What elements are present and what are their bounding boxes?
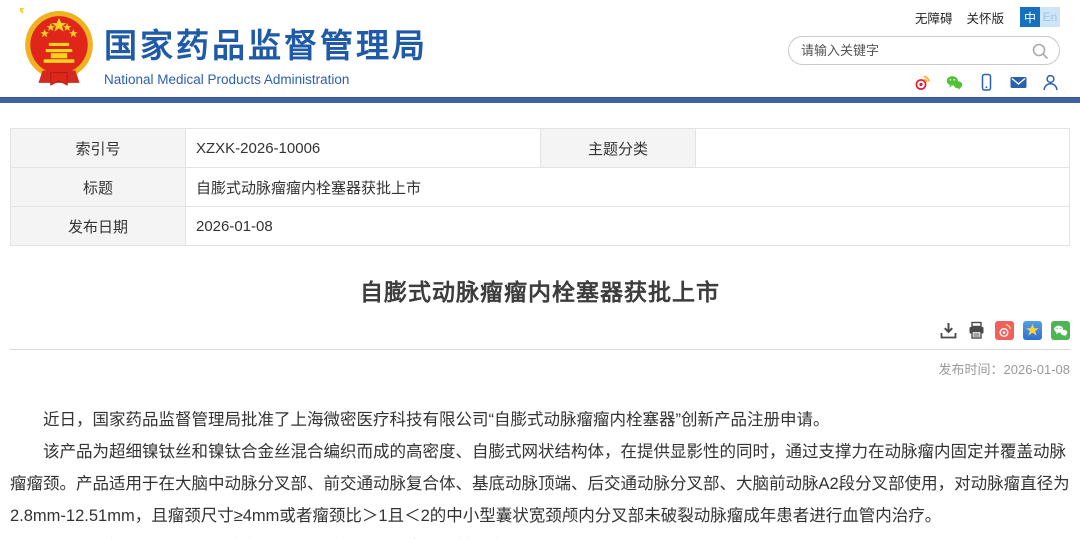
wechat-icon[interactable] — [945, 73, 964, 92]
share-qzone-icon[interactable] — [1023, 321, 1042, 340]
search-icon[interactable] — [1031, 42, 1049, 60]
paragraph: 药品监督管理部门将加强该产品上市后监管，保护患者用械安全。 — [10, 532, 1070, 539]
download-icon[interactable] — [939, 321, 958, 340]
doc-title-value: 自膨式动脉瘤瘤内栓塞器获批上市 — [186, 168, 1070, 207]
publish-date-value: 2026-01-08 — [186, 207, 1070, 246]
table-row: 索引号 XZXK-2026-10006 主题分类 — [11, 129, 1070, 168]
care-version-link[interactable]: 关怀版 — [966, 8, 1004, 27]
table-row: 标题 自膨式动脉瘤瘤内栓塞器获批上市 — [11, 168, 1070, 207]
share-weibo-icon[interactable] — [995, 321, 1014, 340]
paragraph: 近日，国家药品监督管理局批准了上海微密医疗科技有限公司“自膨式动脉瘤瘤内栓塞器”… — [10, 404, 1070, 436]
social-row — [788, 73, 1060, 92]
content: 索引号 XZXK-2026-10006 主题分类 标题 自膨式动脉瘤瘤内栓塞器获… — [0, 128, 1080, 539]
article-toolbar — [10, 321, 1070, 350]
search-box[interactable] — [788, 36, 1060, 65]
publish-date-label: 发布日期 — [11, 207, 186, 246]
mobile-icon[interactable] — [977, 73, 996, 92]
national-emblem-icon — [20, 8, 98, 88]
print-icon[interactable] — [967, 321, 986, 340]
user-icon[interactable] — [1041, 73, 1060, 92]
header-divider-bar — [0, 97, 1080, 103]
accessibility-link[interactable]: 无障碍 — [915, 8, 953, 27]
doc-title-label: 标题 — [11, 168, 186, 207]
search-input[interactable] — [801, 43, 1031, 58]
lang-en-button[interactable]: En — [1040, 7, 1060, 27]
mail-icon[interactable] — [1009, 73, 1028, 92]
site-title-en: National Medical Products Administration — [104, 72, 428, 87]
weibo-icon[interactable] — [913, 73, 932, 92]
brand: 国家药品监督管理局 National Medical Products Admi… — [104, 19, 428, 87]
article-title: 自膨式动脉瘤瘤内栓塞器获批上市 — [10, 273, 1070, 307]
share-wechat-icon[interactable] — [1051, 321, 1070, 340]
topic-category-label: 主题分类 — [541, 129, 696, 168]
paragraph: 该产品为超细镍钛丝和镍钛合金丝混合编织而成的高密度、自膨式网状结构体，在提供显影… — [10, 436, 1070, 532]
site-title-zh: 国家药品监督管理局 — [104, 19, 428, 67]
index-number-value: XZXK-2026-10006 — [186, 129, 541, 168]
site-header: 国家药品监督管理局 National Medical Products Admi… — [0, 0, 1080, 97]
publish-time: 发布时间：2026-01-08 — [10, 359, 1070, 378]
lang-zh-button[interactable]: 中 — [1020, 7, 1040, 27]
table-row: 发布日期 2026-01-08 — [11, 207, 1070, 246]
page: 国家药品监督管理局 National Medical Products Admi… — [0, 0, 1080, 539]
language-toggle: 中 En — [1020, 7, 1060, 27]
article-body: 近日，国家药品监督管理局批准了上海微密医疗科技有限公司“自膨式动脉瘤瘤内栓塞器”… — [10, 404, 1070, 539]
header-right: 无障碍 关怀版 中 En — [788, 7, 1060, 92]
top-links: 无障碍 关怀版 中 En — [788, 7, 1060, 27]
index-number-label: 索引号 — [11, 129, 186, 168]
info-table: 索引号 XZXK-2026-10006 主题分类 标题 自膨式动脉瘤瘤内栓塞器获… — [10, 128, 1070, 246]
topic-category-value — [696, 129, 1070, 168]
